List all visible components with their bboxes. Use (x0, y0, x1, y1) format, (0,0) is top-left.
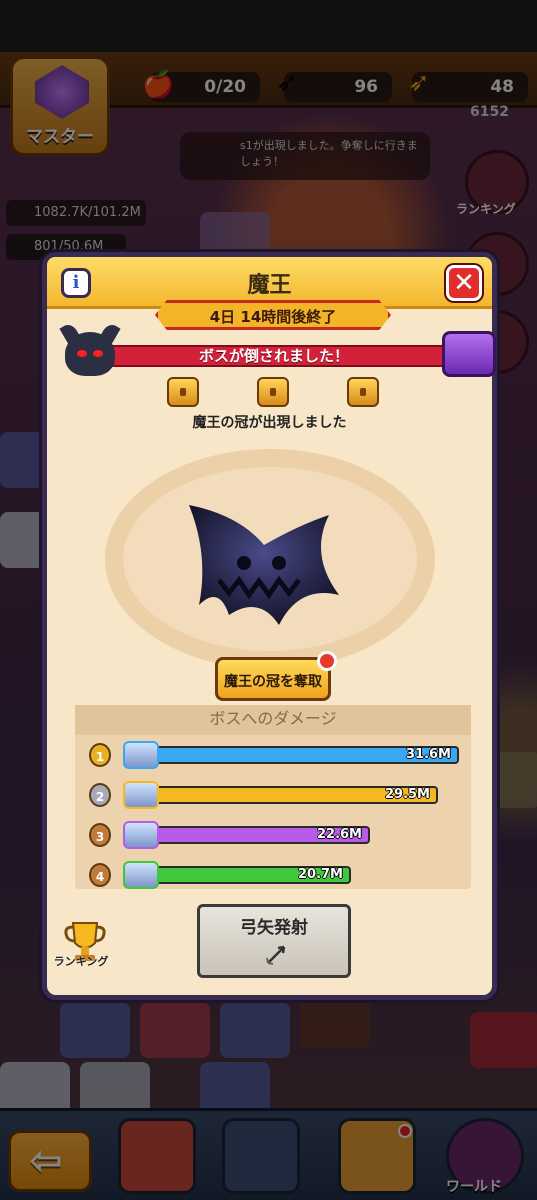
timer-ribbon: 4日 14時間後終了 (155, 300, 391, 330)
close-icon: ✕ (453, 268, 475, 298)
chest-icon (257, 377, 289, 407)
demon-crown-icon (189, 505, 339, 625)
notification-dot (317, 651, 337, 671)
damage-ranking-panel: ボスへのダメージ 1 31.6M 2 29.5M 3 22.6M 4 20.7M (75, 705, 471, 889)
fire-arrow-button[interactable]: 弓矢発射 (197, 904, 351, 978)
status-bar (0, 0, 537, 52)
rank-medal-icon: 3 (89, 823, 111, 847)
ranking-label: ランキング (53, 955, 109, 968)
boss-head-icon (65, 332, 115, 376)
rank-medal-icon: 4 (89, 863, 111, 887)
guild-castle-icon (123, 741, 159, 769)
damage-bar: 29.5M (145, 786, 438, 804)
fire-arrow-label: 弓矢発射 (240, 918, 308, 938)
steal-crown-label: 魔王の冠を奪取 (224, 674, 322, 690)
damage-row: 1 31.6M (75, 739, 471, 773)
damage-value: 22.6M (316, 827, 362, 842)
chest-icon (167, 377, 199, 407)
boss-status-text: ボスが倒されました！ (198, 347, 349, 365)
demon-king-modal: i 魔王 ✕ 4日 14時間後終了 ボスが倒されました！ 魔王の冠が出現しました… (42, 252, 497, 1000)
boss-progress-bar: ボスが倒されました！ (89, 345, 459, 367)
damage-value: 31.6M (405, 747, 451, 762)
damage-bar: 20.7M (145, 866, 351, 884)
close-button[interactable]: ✕ (446, 265, 482, 301)
rank-medal-icon: 2 (89, 783, 111, 807)
steal-crown-button[interactable]: 魔王の冠を奪取 (215, 657, 331, 701)
timer-text: 4日 14時間後終了 (209, 308, 337, 326)
damage-bar: 31.6M (145, 746, 459, 764)
modal-title: 魔王 (247, 273, 292, 298)
chest-icon (347, 377, 379, 407)
guild-castle-icon (123, 781, 159, 809)
damage-value: 20.7M (297, 867, 343, 882)
damage-bar: 22.6M (145, 826, 370, 844)
rank-medal-icon: 1 (89, 743, 111, 767)
guild-castle-icon (123, 861, 159, 889)
arrow-icon (266, 945, 286, 965)
damage-header: ボスへのダメージ (75, 705, 471, 735)
reward-chest-icon (442, 331, 496, 377)
damage-value: 29.5M (384, 787, 430, 802)
damage-row: 3 22.6M (75, 819, 471, 853)
damage-row: 4 20.7M (75, 859, 471, 893)
damage-row: 2 29.5M (75, 779, 471, 813)
crown-appeared-message: 魔王の冠が出現しました (192, 415, 347, 431)
guild-castle-icon (123, 821, 159, 849)
